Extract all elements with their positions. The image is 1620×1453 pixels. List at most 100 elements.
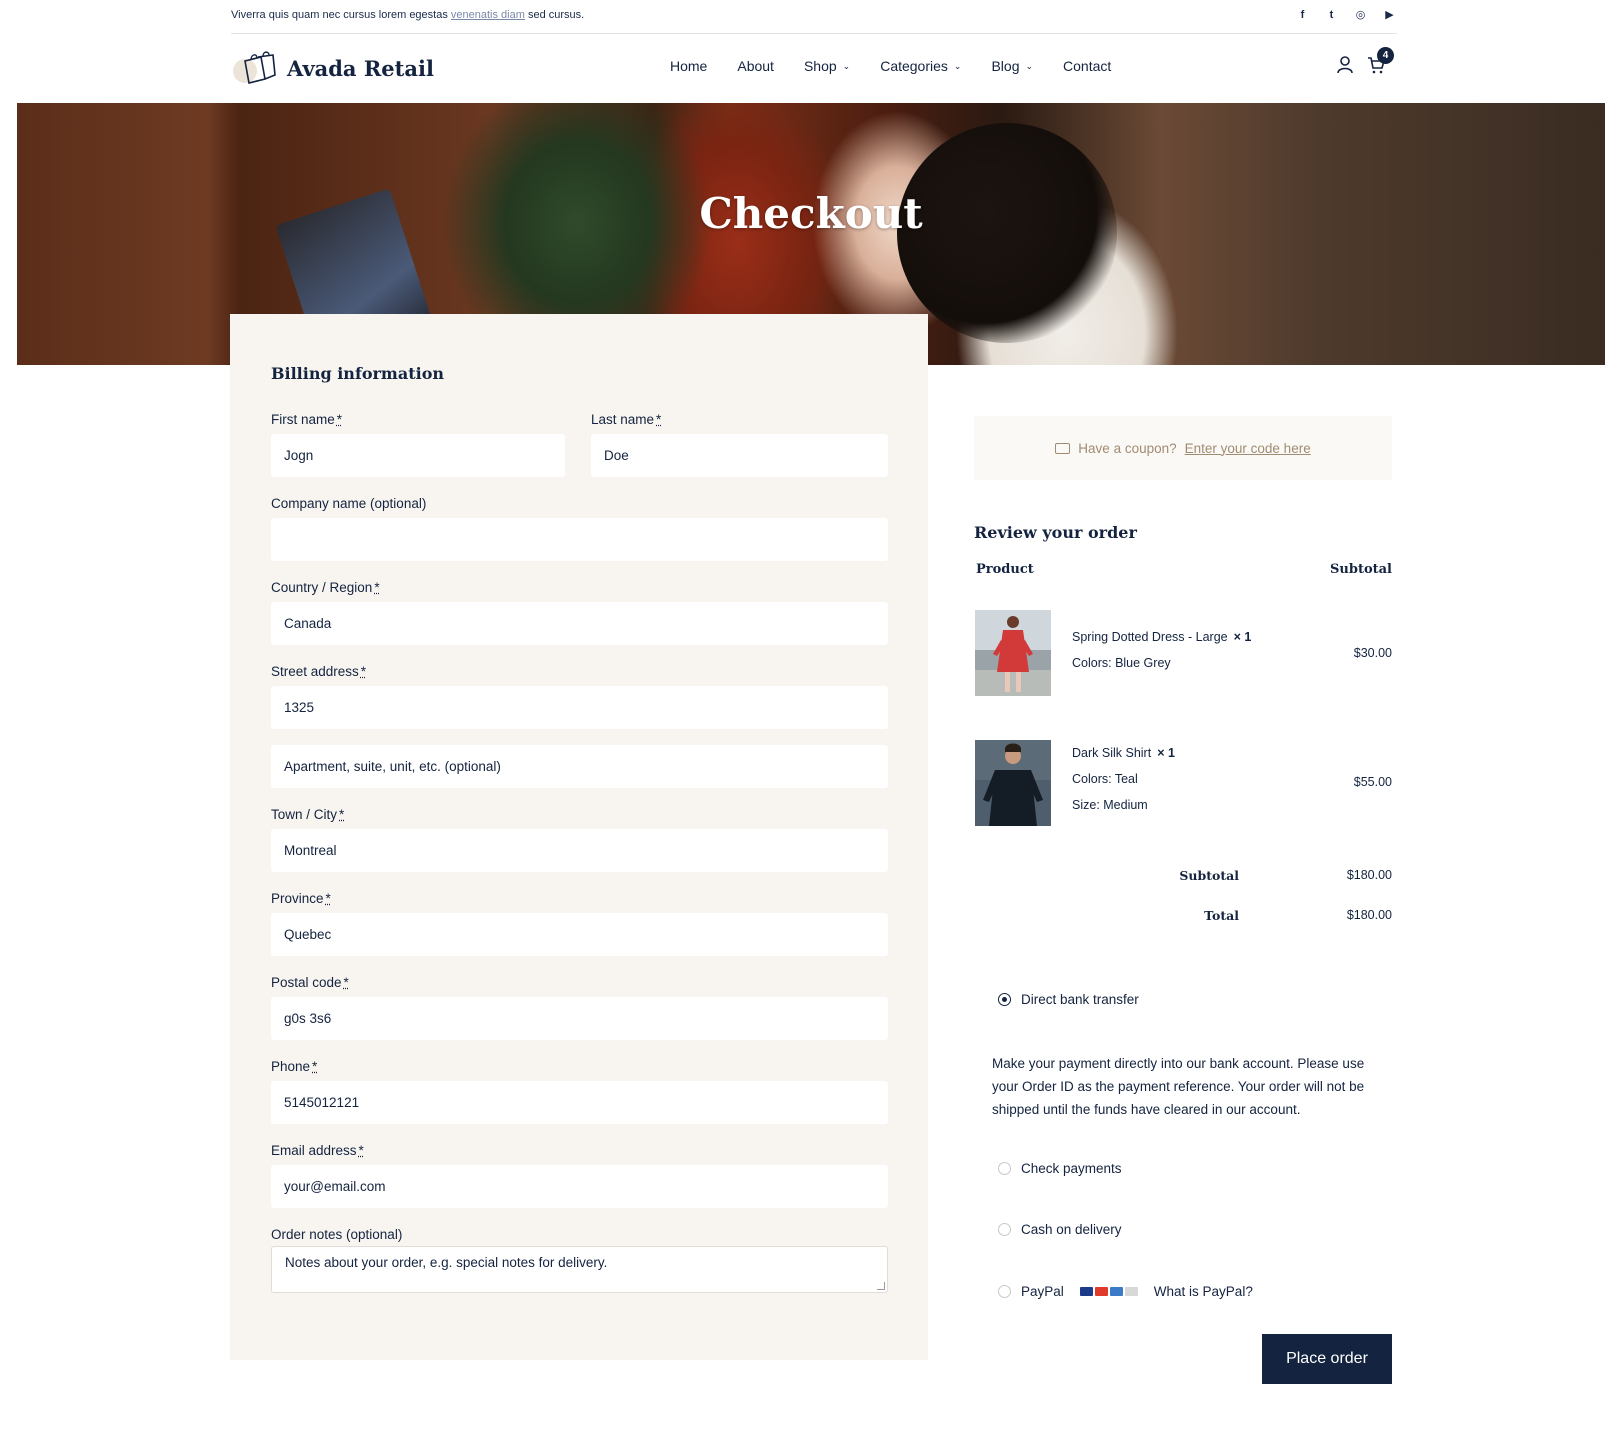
subtotal-value: $180.00 xyxy=(1346,868,1392,882)
first-name-field[interactable]: Jogn xyxy=(271,434,565,477)
product-name-dress-text: Spring Dotted Dress - Large xyxy=(1072,630,1228,644)
subtotal-label: Subtotal xyxy=(1179,868,1239,883)
billing-title: Billing information xyxy=(271,364,444,383)
required-mark: * xyxy=(374,580,380,595)
logo[interactable]: Avada Retail xyxy=(231,51,434,85)
social-links: f t ◎ ▶ xyxy=(1295,8,1397,23)
payment-option-cod[interactable]: Cash on delivery xyxy=(998,1222,1122,1237)
nav-categories-label: Categories xyxy=(880,58,948,74)
header-icons: 4 xyxy=(1337,47,1394,79)
company-name-field[interactable] xyxy=(271,518,888,561)
product-meta-color-dress: Colors: Blue Grey xyxy=(1072,656,1171,670)
required-mark: * xyxy=(312,1059,318,1074)
subtotal-column-header: Subtotal xyxy=(1330,562,1392,577)
nav-blog[interactable]: Blog ⌄ xyxy=(976,58,1048,74)
facebook-icon[interactable]: f xyxy=(1295,8,1310,23)
city-label: Town / City * xyxy=(271,807,344,822)
nav-categories[interactable]: Categories ⌄ xyxy=(865,58,976,74)
cart-count-badge: 4 xyxy=(1377,47,1394,64)
product-meta-size-shirt: Size: Medium xyxy=(1072,798,1148,812)
product-price-shirt: $55.00 xyxy=(1353,775,1392,789)
payment-option-check[interactable]: Check payments xyxy=(998,1161,1122,1176)
required-mark: * xyxy=(336,412,343,427)
total-label: Total xyxy=(1204,908,1239,923)
shopping-bags-logo-icon xyxy=(231,51,279,85)
required-mark: * xyxy=(360,664,367,679)
nav-contact[interactable]: Contact xyxy=(1048,58,1126,74)
payment-cards-icon xyxy=(1079,1287,1138,1296)
coupon-prompt: Have a coupon? xyxy=(1078,440,1177,456)
province-select[interactable]: Quebec xyxy=(271,913,888,956)
street-address-field[interactable]: 1325 xyxy=(271,686,888,729)
nav-shop[interactable]: Shop ⌄ xyxy=(789,58,865,74)
required-mark: * xyxy=(343,975,349,990)
country-select[interactable]: Canada xyxy=(271,602,888,645)
product-meta-color-shirt: Colors: Teal xyxy=(1072,772,1138,786)
required-mark: * xyxy=(325,891,331,906)
nav-shop-label: Shop xyxy=(803,58,837,74)
nav-about-label: About xyxy=(737,58,774,74)
payment-option-bank[interactable]: Direct bank transfer xyxy=(998,992,1139,1007)
street-address-label-text: Street address xyxy=(271,664,359,679)
payment-option-paypal[interactable]: PayPal What is PayPal? xyxy=(998,1284,1253,1299)
order-notes-textarea[interactable]: Notes about your order, e.g. special not… xyxy=(271,1246,888,1293)
company-name-label: Company name (optional) xyxy=(271,496,427,511)
chevron-down-icon: ⌄ xyxy=(1025,60,1034,71)
instagram-icon[interactable]: ◎ xyxy=(1353,8,1368,23)
coupon-banner: Have a coupon? Enter your code here xyxy=(974,416,1392,480)
product-name-shirt-text: Dark Silk Shirt xyxy=(1072,746,1152,760)
billing-panel: Billing information First name * Jogn Las… xyxy=(230,314,928,1360)
product-name-shirt[interactable]: Dark Silk Shirt × 1 xyxy=(1072,746,1175,760)
email-label: Email address * xyxy=(271,1143,364,1158)
radio-bank-transfer[interactable] xyxy=(998,993,1011,1006)
radio-check-payments[interactable] xyxy=(998,1162,1011,1175)
twitter-icon[interactable]: t xyxy=(1324,8,1339,23)
cart-icon[interactable]: 4 xyxy=(1367,47,1394,79)
nav-home[interactable]: Home xyxy=(655,58,722,74)
page-title: Checkout xyxy=(699,189,923,238)
email-field[interactable]: your@email.com xyxy=(271,1165,888,1208)
required-mark: * xyxy=(339,807,345,822)
place-order-button[interactable]: Place order xyxy=(1262,1334,1392,1384)
product-qty-shirt: × 1 xyxy=(1157,746,1175,760)
product-image-shirt[interactable] xyxy=(975,740,1051,826)
chevron-down-icon: ⌄ xyxy=(953,60,962,71)
radio-cash-on-delivery[interactable] xyxy=(998,1223,1011,1236)
product-image-dress[interactable] xyxy=(975,610,1051,696)
city-field[interactable]: Montreal xyxy=(271,829,888,872)
province-label: Province * xyxy=(271,891,331,906)
phone-field[interactable]: 5145012121 xyxy=(271,1081,888,1124)
email-label-text: Email address xyxy=(271,1143,357,1158)
brand-name: Avada Retail xyxy=(287,55,434,81)
apartment-field[interactable]: Apartment, suite, unit, etc. (optional) xyxy=(271,745,888,788)
city-label-text: Town / City xyxy=(271,807,338,822)
last-name-label-text: Last name xyxy=(591,412,655,427)
postal-code-label: Postal code * xyxy=(271,975,349,990)
what-is-paypal-link[interactable]: What is PayPal? xyxy=(1154,1284,1253,1299)
coupon-link[interactable]: Enter your code here xyxy=(1185,441,1311,456)
postal-code-field[interactable]: g0s 3s6 xyxy=(271,997,888,1040)
chevron-down-icon: ⌄ xyxy=(842,60,851,71)
product-qty-dress: × 1 xyxy=(1233,630,1252,644)
coupon-ticket-icon xyxy=(1055,442,1071,454)
phone-label: Phone * xyxy=(271,1059,317,1074)
top-bar: Viverra quis quam nec cursus lorem egest… xyxy=(231,0,1397,34)
promo-link[interactable]: venenatis diam xyxy=(451,9,525,21)
last-name-field[interactable]: Doe xyxy=(591,434,888,477)
main-nav: Home About Shop ⌄ Categories ⌄ Blog ⌄ Conta… xyxy=(655,58,1126,74)
review-order-title: Review your order xyxy=(974,523,1137,542)
product-price-dress: $30.00 xyxy=(1353,646,1392,660)
phone-label-text: Phone xyxy=(271,1059,311,1074)
product-name-dress[interactable]: Spring Dotted Dress - Large × 1 xyxy=(1072,630,1251,644)
required-mark: * xyxy=(358,1143,364,1158)
user-account-icon[interactable] xyxy=(1337,56,1353,79)
nav-about[interactable]: About xyxy=(722,58,789,74)
youtube-icon[interactable]: ▶ xyxy=(1382,8,1397,23)
radio-paypal[interactable] xyxy=(998,1285,1011,1298)
country-label-text: Country / Region xyxy=(271,580,373,595)
street-address-label: Street address * xyxy=(271,664,366,679)
required-mark: * xyxy=(656,412,662,427)
postal-code-label-text: Postal code xyxy=(271,975,342,990)
payment-option-paypal-label: PayPal xyxy=(1021,1284,1064,1299)
last-name-label: Last name * xyxy=(591,412,661,427)
